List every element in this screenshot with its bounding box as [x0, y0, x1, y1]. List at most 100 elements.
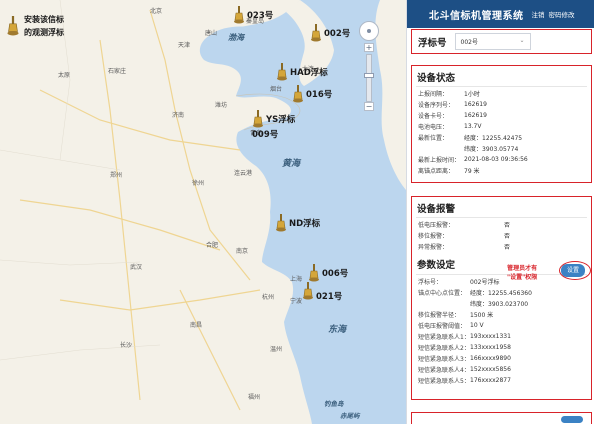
map-pan-control[interactable] [359, 21, 379, 41]
side-panel: 北斗信标机管理系统 注销 密码修改 浮标号 002号 ⌄ 设备状态 上报间隔： 1… [406, 0, 594, 424]
place-label: 宁波 [290, 298, 303, 305]
place-label: 南昌 [190, 322, 203, 329]
place-label: 石家庄 [108, 68, 127, 75]
param-row: 移位报警半径： 1500 米 [418, 312, 494, 319]
buoy-selector-box: 浮标号 002号 ⌄ [411, 29, 592, 54]
header-bar: 北斗信标机管理系统 注销 密码修改 [407, 0, 594, 28]
place-label: 郑州 [110, 172, 123, 179]
param-row: 短信紧急联系人5： 176xxxx2877 [418, 377, 511, 385]
buoy-icon [311, 24, 321, 42]
buoy-label: 023号 [247, 11, 274, 21]
buoy-label: HAD浮标 [290, 68, 328, 78]
sea-label-donghai: 东海 [328, 325, 347, 335]
buoy-icon [277, 63, 287, 81]
place-label: 太原 [58, 72, 71, 79]
place-label: 天津 [178, 42, 191, 49]
status-row: 电池电压： 13.7V [418, 123, 482, 131]
place-label: 北京 [150, 8, 163, 15]
buoy-icon [7, 16, 19, 36]
sea-label-huanghai: 黄海 [282, 159, 301, 169]
legend-line2: 的观测浮标 [24, 28, 64, 37]
place-label: 长沙 [120, 342, 133, 349]
zoom-slider-handle[interactable] [364, 73, 374, 78]
buoy-marker-002[interactable]: 002号 [310, 24, 350, 42]
buoy-icon [234, 6, 244, 24]
buoy-marker-016[interactable]: 016号 [292, 85, 332, 103]
sea-label-diaoyu: 钓鱼岛 [324, 400, 344, 408]
device-status-box: 设备状态 上报间隔： 1小时 设备序列号： 162619 设备卡号： 162619 电… [411, 65, 592, 183]
place-label: 连云港 [234, 170, 253, 177]
logout-link[interactable]: 注销 [532, 9, 545, 19]
map-area[interactable]: 北京 天津 唐山 秦皇岛 石家庄 太原 济南 潍坊 青岛 郑州 徐州 连云港 南… [0, 0, 406, 424]
buoy-label: YS浮标 [266, 115, 296, 125]
buoy-label: 016号 [306, 90, 333, 100]
status-row: 最新上报时间： 2021-08-03 09:36:56 [418, 156, 528, 164]
param-row: 短信紧急联系人4： 152xxxx5856 [418, 366, 511, 374]
param-row: 低电压报警阈值： 10 V [418, 322, 484, 330]
map-zoom-control: + − [359, 21, 379, 111]
app-title: 北斗信标机管理系统 [429, 10, 524, 22]
place-label: 烟台 [270, 86, 283, 93]
place-label: 潍坊 [215, 102, 228, 109]
map-legend: 安装该信标 的观测浮标 [6, 8, 90, 44]
buoy-label: ND浮标 [289, 219, 321, 229]
param-row: 短信紧急联系人1： 193xxxx1331 [418, 333, 511, 341]
buoy-marker-023[interactable]: 023号 [233, 6, 273, 24]
buoy-icon [293, 85, 303, 103]
place-label: 杭州 [262, 294, 275, 301]
status-row: 设备卡号： 162619 [418, 112, 487, 120]
buoy-label: 009号 [252, 130, 279, 140]
status-row: 纬度：3903.05774 [464, 146, 519, 153]
buoy-marker-had[interactable]: HAD浮标 [276, 63, 328, 81]
status-row: 设备序列号： 162619 [418, 101, 487, 109]
buoy-icon [253, 110, 263, 128]
map-base [0, 0, 406, 424]
buoy-select[interactable]: 002号 ⌄ [454, 33, 531, 50]
place-label: 福州 [248, 394, 261, 401]
place-label: 上海 [290, 276, 303, 283]
status-row: 离锚点距离： 79 米 [418, 168, 480, 175]
alarm-title: 设备报警 [417, 204, 456, 215]
place-label: 合肥 [206, 242, 219, 249]
param-row: 短信紧急联系人3： 166xxxx9890 [418, 355, 511, 363]
place-label: 南京 [236, 248, 249, 255]
param-row: 短信紧急联系人2： 133xxxx1958 [418, 344, 511, 352]
buoy-marker-nd[interactable]: ND浮标 [275, 214, 320, 232]
buoy-marker-ys[interactable]: YS浮标 [252, 110, 295, 128]
legend-line1: 安装该信标 [24, 15, 64, 24]
place-label: 武汉 [130, 264, 143, 271]
next-section-button[interactable] [561, 416, 583, 423]
chevron-down-icon: ⌄ [519, 37, 525, 44]
device-status-title: 设备状态 [417, 73, 456, 84]
change-password-link[interactable]: 密码修改 [549, 9, 575, 19]
param-row: 锚点中心点位置： 经度：12255.456360 [418, 290, 532, 297]
buoy-label: 006号 [322, 269, 349, 279]
place-label: 徐州 [192, 180, 205, 187]
place-label: 唐山 [205, 30, 218, 37]
status-row: 上报间隔： 1小时 [418, 91, 480, 98]
sea-label-bohai: 渤海 [228, 32, 244, 42]
zoom-in-button[interactable]: + [364, 43, 374, 52]
buoy-marker-021[interactable]: 021号 [302, 280, 342, 302]
alarm-row: 异常报警：否 [418, 244, 511, 251]
param-row: 纬度：3903.023700 [470, 301, 529, 308]
status-row: 最新位置： 经度：12255.42475 [418, 135, 523, 142]
divider [416, 86, 587, 87]
buoy-select-label: 浮标号 [418, 37, 447, 49]
zoom-out-button[interactable]: − [364, 102, 374, 111]
next-section-box [411, 412, 592, 424]
buoy-label: 021号 [316, 292, 343, 302]
buoy-icon [276, 214, 286, 232]
zoom-slider[interactable] [364, 54, 374, 102]
buoy-select-value: 002号 [460, 39, 478, 46]
buoy-label: 002号 [324, 29, 351, 39]
admin-note: 管理员才有 "设置"权限 [507, 265, 538, 281]
sea-label-chiwei: 赤尾屿 [340, 412, 360, 420]
buoy-marker-009[interactable]: 009号 [250, 128, 278, 140]
buoy-icon [303, 282, 313, 300]
alarm-params-box: 设备报警 低电压报警：否 移位报警：否 异常报警：否 参数设定 管理员才有 "设… [411, 196, 592, 400]
place-label: 济南 [172, 112, 185, 119]
divider [416, 217, 587, 218]
set-button[interactable]: 设置 [561, 264, 585, 277]
alarm-row: 移位报警：否 [418, 233, 511, 240]
